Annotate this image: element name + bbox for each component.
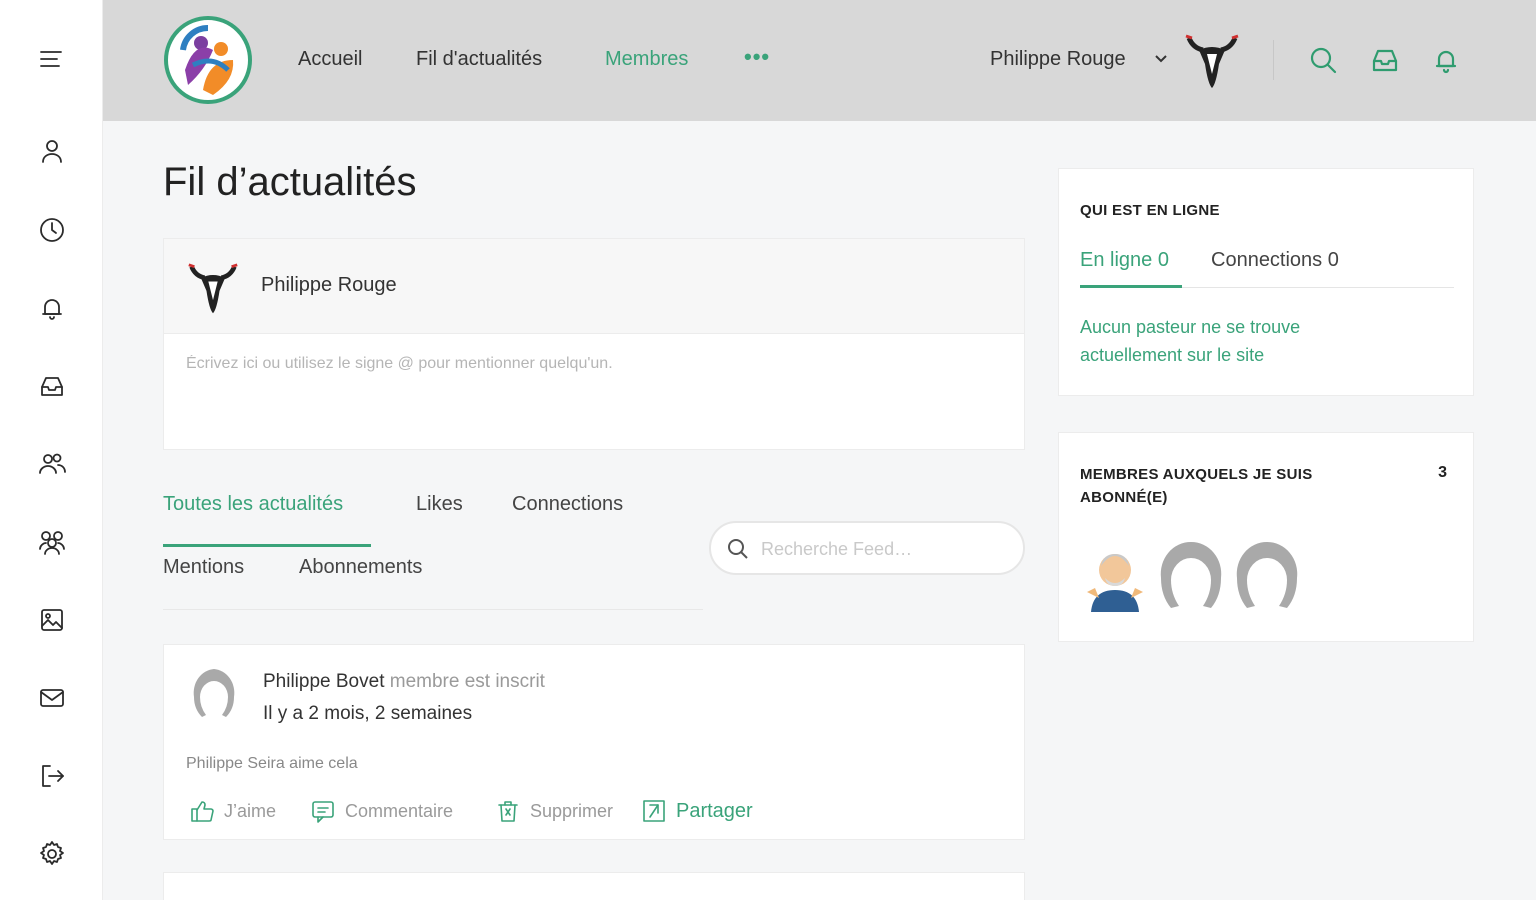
header-user-name[interactable]: Philippe Rouge xyxy=(990,48,1126,71)
search-icon xyxy=(728,539,748,559)
mail-icon[interactable] xyxy=(36,682,68,714)
feed-search-input[interactable] xyxy=(761,536,1011,562)
compose-avatar xyxy=(186,261,240,317)
active-tab-underline xyxy=(163,544,371,547)
activity-time: Il y a 2 mois, 2 semaines xyxy=(263,703,473,724)
widget-title-line1: MEMBRES AUXQUELS JE SUIS xyxy=(1080,466,1313,483)
tab-abonnements[interactable]: Abonnements xyxy=(299,556,422,579)
compose-user-name: Philippe Rouge xyxy=(261,274,397,296)
activity-avatar[interactable] xyxy=(186,665,242,721)
like-label: J’aime xyxy=(224,800,277,821)
settings-icon[interactable] xyxy=(36,838,68,870)
share-icon xyxy=(643,800,665,822)
following-widget: MEMBRES AUXQUELS JE SUIS ABONNÉ(E) 3 xyxy=(1058,432,1474,642)
comment-icon xyxy=(312,801,334,823)
photo-icon[interactable] xyxy=(36,604,68,636)
activity-likes: Philippe Seira aime cela xyxy=(186,755,358,772)
share-button[interactable]: Partager xyxy=(640,797,753,825)
users-icon[interactable] xyxy=(36,448,68,480)
tab-connections[interactable]: Connections xyxy=(512,493,623,516)
nav-more-button[interactable]: ••• xyxy=(744,44,770,70)
bell-icon[interactable] xyxy=(36,292,68,324)
comment-button[interactable]: Commentaire xyxy=(309,797,453,825)
comment-label: Commentaire xyxy=(345,800,454,821)
activity-author[interactable]: Philippe Bovet xyxy=(263,671,384,692)
like-button[interactable]: J’aime xyxy=(188,797,276,825)
compose-box: Philippe Rouge xyxy=(163,238,1025,450)
groups-icon[interactable] xyxy=(36,526,68,558)
nav-accueil[interactable]: Accueil xyxy=(298,48,362,71)
activity-action: membre est inscrit xyxy=(389,671,545,692)
member-avatar[interactable] xyxy=(1155,540,1227,612)
site-logo[interactable] xyxy=(163,15,253,105)
feed-search xyxy=(709,521,1025,575)
tab-toutes-actualites[interactable]: Toutes les actualités xyxy=(163,493,343,516)
thumbs-up-icon xyxy=(191,801,214,822)
tab-likes[interactable]: Likes xyxy=(416,493,463,516)
tabs-divider xyxy=(163,609,703,610)
share-label: Partager xyxy=(676,799,753,822)
search-icon[interactable] xyxy=(1307,44,1339,76)
activity-headline: Philippe Bovet membre est inscrit xyxy=(263,671,545,693)
delete-button[interactable]: Supprimer xyxy=(494,797,613,825)
menu-icon[interactable] xyxy=(36,43,68,75)
logout-icon[interactable] xyxy=(36,760,68,792)
delete-label: Supprimer xyxy=(530,800,614,821)
tab-mentions[interactable]: Mentions xyxy=(163,556,244,579)
who-is-online-widget: QUI EST EN LIGNE En ligne 0 Connections … xyxy=(1058,168,1474,396)
activity-item xyxy=(163,872,1025,900)
tab-connections-widget[interactable]: Connections 0 xyxy=(1211,249,1339,272)
trash-icon xyxy=(498,801,518,822)
inbox-icon[interactable] xyxy=(1369,44,1401,76)
active-tab-underline xyxy=(1080,285,1182,288)
member-avatar[interactable] xyxy=(1079,540,1151,612)
compose-header: Philippe Rouge xyxy=(164,239,1024,334)
online-empty-message: Aucun pasteur ne se trouve actuellement … xyxy=(1080,317,1301,365)
profile-icon[interactable] xyxy=(36,136,68,168)
top-header: Accueil Fil d'actualités Membres ••• Phi… xyxy=(103,0,1536,121)
compose-input[interactable] xyxy=(186,355,1006,373)
widget-title: MEMBRES AUXQUELS JE SUIS ABONNÉ(E) xyxy=(1080,466,1313,506)
tab-en-ligne[interactable]: En ligne 0 xyxy=(1080,249,1169,272)
following-count: 3 xyxy=(1438,464,1447,481)
nav-membres[interactable]: Membres xyxy=(605,48,688,71)
member-avatar[interactable] xyxy=(1231,540,1303,612)
user-avatar[interactable] xyxy=(1183,32,1241,92)
inbox-icon[interactable] xyxy=(36,370,68,402)
widget-title: QUI EST EN LIGNE xyxy=(1080,202,1220,219)
clock-icon[interactable] xyxy=(36,214,68,246)
chevron-down-icon[interactable] xyxy=(1153,50,1169,66)
nav-fil-actualites[interactable]: Fil d'actualités xyxy=(416,48,542,71)
bell-icon[interactable] xyxy=(1430,44,1462,76)
widget-title-line2: ABONNÉ(E) xyxy=(1080,489,1168,506)
activity-item: Philippe Bovet membre est inscrit Il y a… xyxy=(163,644,1025,840)
page-title: Fil d’actualités xyxy=(163,160,417,204)
sidebar xyxy=(0,0,103,900)
header-divider xyxy=(1273,40,1274,80)
